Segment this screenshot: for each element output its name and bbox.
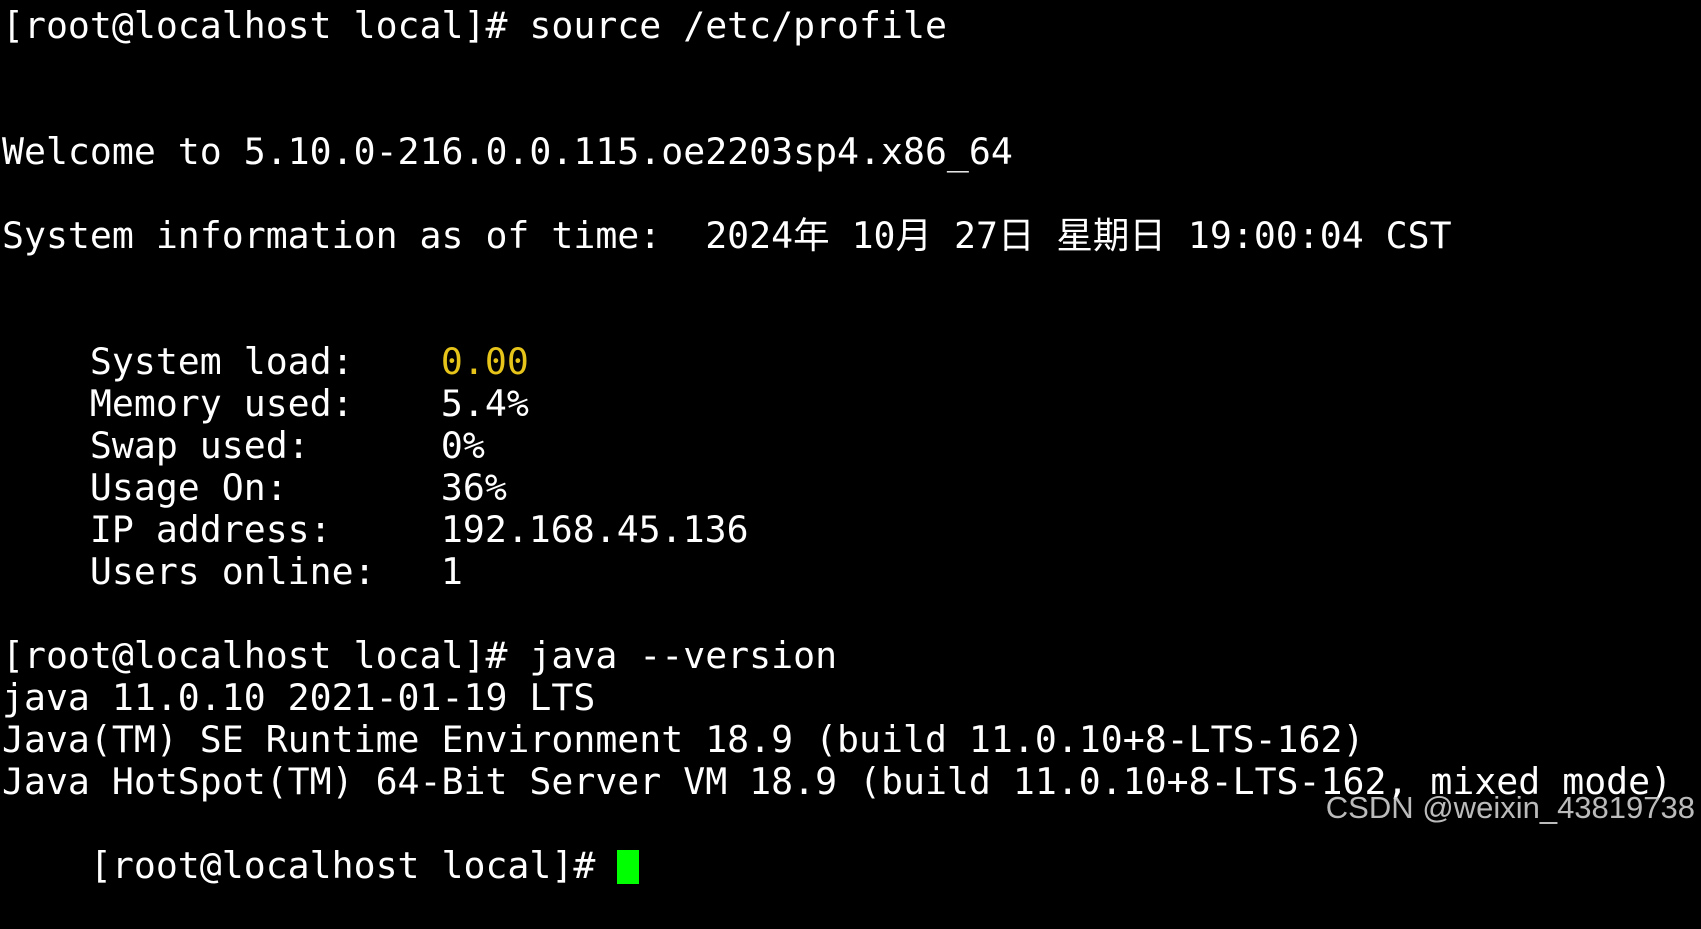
java-output-line-2: Java(TM) SE Runtime Environment 18.9 (bu… — [2, 718, 1365, 761]
current-prompt-line[interactable]: [root@localhost local]# — [2, 803, 640, 929]
stat-label: Users online: — [89, 550, 376, 593]
stat-value-ip-address: 192.168.45.136 — [440, 508, 749, 551]
stat-value-users-online: 1 — [440, 550, 463, 593]
terminal-window[interactable]: [root@localhost local]# source /etc/prof… — [0, 0, 1701, 887]
java-output-line-1: java 11.0.10 2021-01-19 LTS — [2, 676, 596, 719]
watermark: CSDN @weixin_43819738 — [1325, 790, 1695, 825]
command-line-source: [root@localhost local]# source /etc/prof… — [2, 4, 947, 47]
text-cursor — [617, 850, 640, 884]
stat-row-users-online: Users online: 1 — [2, 509, 463, 635]
command-line-java-version: [root@localhost local]# java --version — [2, 634, 838, 677]
welcome-line: Welcome to 5.10.0-216.0.0.115.oe2203sp4.… — [2, 130, 1013, 173]
prompt-text: [root@localhost local]# — [89, 844, 618, 887]
system-info-line: System information as of time: 2024年 10月… — [2, 214, 1452, 257]
